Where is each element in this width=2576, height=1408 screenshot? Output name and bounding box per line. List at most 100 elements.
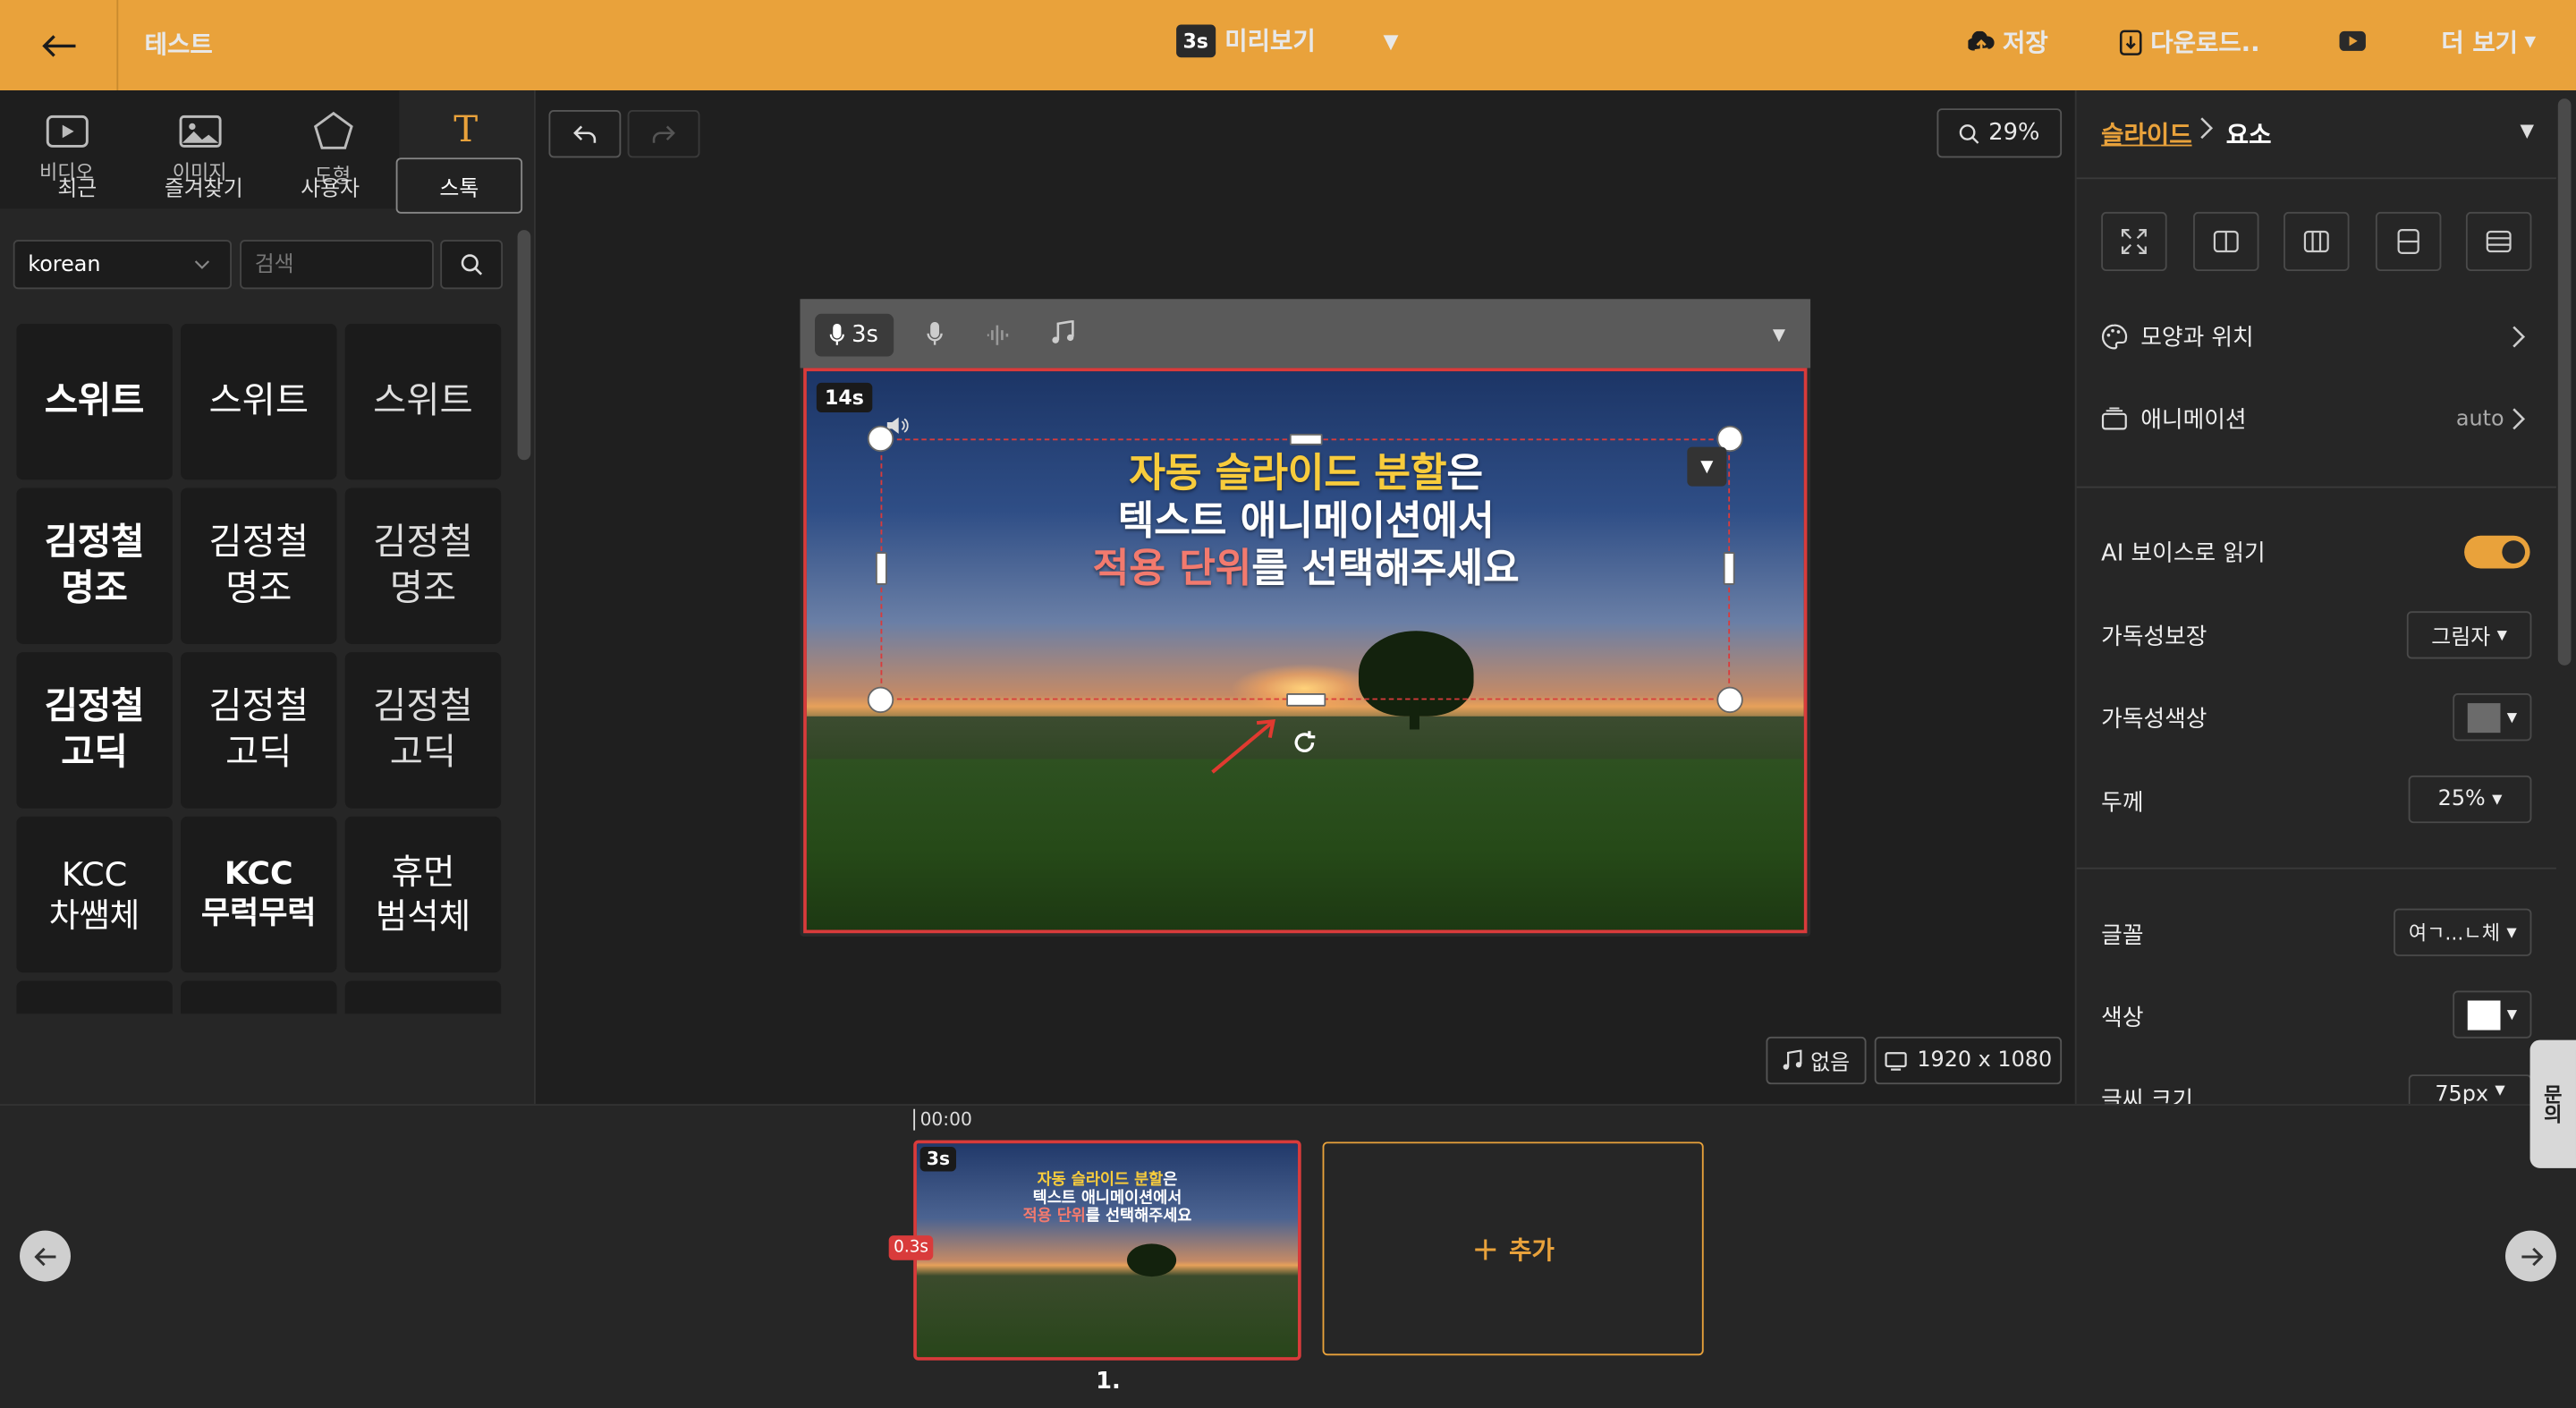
shape-position-row[interactable]: 모양과 위치 [2101,320,2254,353]
rotate-icon[interactable] [1292,729,1318,762]
font-label: 글꼴 [2101,923,2144,950]
canvas-toolbar-caret-icon[interactable]: ▼ [1773,327,1785,344]
layout-fullscreen-button[interactable] [2101,211,2167,272]
text-element-dropdown[interactable]: ▼ [1687,446,1727,487]
redo-button[interactable] [627,110,700,158]
resize-handle-right[interactable] [1723,552,1735,585]
inquiry-tab[interactable]: 문의 [2529,1039,2576,1168]
resolution-value: 1920 x 1080 [1917,1048,2053,1073]
color-label: 색상 [2101,1005,2144,1032]
resize-handle-bottom-left[interactable] [867,686,894,714]
font-card-partial[interactable] [16,980,173,1014]
back-button[interactable] [0,0,119,91]
breadcrumb-slide-link[interactable]: 슬라이드 [2101,116,2191,151]
monitor-icon [1885,1051,1907,1070]
divider [2076,867,2556,869]
save-button[interactable]: 저장 [1968,25,2048,60]
font-card-kjc-myeongjo-light[interactable]: 김정철 명조 [344,488,502,644]
undo-icon [573,124,597,142]
pentagon-icon [313,110,352,148]
resolution-button[interactable]: 1920 x 1080 [1874,1036,2063,1085]
font-card-kcc-mureok[interactable]: KCC 무럭무럭 [181,816,337,973]
font-card-suite-light[interactable]: 스위트 [344,323,502,480]
font-card-kcc-chassaem[interactable]: KCC 차쌤체 [16,816,173,973]
layout-three-row-button[interactable] [2465,211,2532,272]
readability-dropdown[interactable]: 그림자 ▼ [2406,611,2532,659]
search-input[interactable] [240,240,434,290]
caret-down-icon: ▼ [2492,792,2503,807]
project-title[interactable]: 테스트 [145,26,213,61]
zoom-button[interactable]: 29% [1936,108,2063,158]
color-swatch [2467,999,2501,1030]
slide-duration-badge: 14s [816,382,873,412]
resize-handle-top-left[interactable] [867,425,894,453]
readability-label: 가독성보장 [2101,623,2207,651]
layout-two-column-button[interactable] [2193,211,2259,272]
font-dropdown[interactable]: 여ㄱ...ㄴ체 ▼ [2394,908,2532,956]
layout-two-row-button[interactable] [2375,211,2442,272]
breadcrumb-caret-icon[interactable]: ▼ [2521,120,2535,141]
left-panel-scrollbar[interactable] [517,230,531,461]
language-select[interactable]: korean [13,240,232,290]
resize-handle-left[interactable] [875,552,887,585]
timeline-next-button[interactable] [2505,1230,2556,1282]
record-microphone-icon[interactable] [927,321,943,353]
arrow-right-icon [2521,1246,2543,1266]
transition-badge[interactable]: 0.3s [888,1235,934,1260]
subtab-stock[interactable]: 스톡 [395,157,523,214]
music-note-icon[interactable] [1052,319,1075,352]
ai-voice-toggle[interactable] [2464,535,2530,569]
preview-button[interactable]: 3s 미리보기 [1176,23,1316,58]
bgm-button[interactable]: 없음 [1766,1036,1867,1085]
readability-color-picker[interactable]: ▼ [2453,693,2532,742]
text-color-picker[interactable]: ▼ [2453,990,2532,1039]
font-card-partial[interactable] [344,980,502,1014]
layout-three-column-button[interactable] [2284,211,2350,272]
columns-two-icon [2213,230,2239,253]
font-card-human-beomseok[interactable]: 휴먼 범석체 [344,816,502,973]
more-button[interactable]: 더 보기 ▼ [2441,25,2536,60]
caret-down-icon: ▼ [2496,627,2507,643]
youtube-icon[interactable] [2339,30,2366,51]
font-card-kjc-myeongjo-bold[interactable]: 김정철 명조 [16,488,173,644]
timeline-prev-button[interactable] [20,1230,71,1282]
font-card-suite-bold[interactable]: 스위트 [16,323,173,480]
voice-duration-chip[interactable]: 3s [815,313,894,357]
caret-down-icon: ▼ [2506,925,2517,940]
font-size-label: 글씨 크기 [2101,1087,2194,1105]
font-card-partial[interactable] [181,980,337,1014]
add-slide-button[interactable]: + 추가 [1322,1141,1704,1356]
font-card-kjc-gothic[interactable]: 김정철 고딕 [181,652,337,809]
font-card-kjc-gothic-light[interactable]: 김정철 고딕 [344,652,502,809]
download-button[interactable]: 다운로드.. [2119,25,2260,60]
preview-caret-icon[interactable]: ▼ [1384,30,1399,53]
subtab-user[interactable]: 사용자 [267,157,394,213]
subtab-recent[interactable]: 최근 [13,157,141,213]
palette-icon [2101,324,2128,350]
right-panel-scrollbar[interactable] [2557,98,2572,666]
font-card-suite[interactable]: 스위트 [181,323,337,480]
subtab-favorites[interactable]: 즐겨찾기 [141,157,267,213]
search-button[interactable] [440,240,504,290]
font-grid: 스위트 스위트 스위트 김정철 명조 김정철 명조 김정철 명조 김정철 고딕 … [16,323,503,1014]
chevron-right-icon[interactable] [2512,406,2526,437]
resize-handle-top[interactable] [1289,433,1323,445]
undo-button[interactable] [548,110,622,158]
download-icon [2119,29,2142,55]
caret-down-icon: ▼ [2495,1082,2505,1098]
layers-icon [2101,407,2127,430]
font-card-kjc-gothic-bold[interactable]: 김정철 고딕 [16,652,173,809]
waveform-icon[interactable] [986,322,1012,353]
divider [2076,177,2556,180]
chevron-right-icon[interactable] [2512,324,2526,355]
resize-handle-bottom[interactable] [1286,693,1326,707]
animation-value: auto [2455,407,2504,433]
animation-row[interactable]: 애니메이션 [2101,403,2247,436]
font-card-kjc-myeongjo[interactable]: 김정철 명조 [181,488,337,644]
thickness-dropdown[interactable]: 25% ▼ [2408,775,2532,824]
chevron-down-icon [194,260,210,269]
resize-handle-bottom-right[interactable] [1716,686,1743,714]
font-size-dropdown[interactable]: 75px ▼ [2408,1074,2532,1105]
zoom-value: 29% [1988,120,2040,147]
arrow-left-icon [41,34,75,56]
